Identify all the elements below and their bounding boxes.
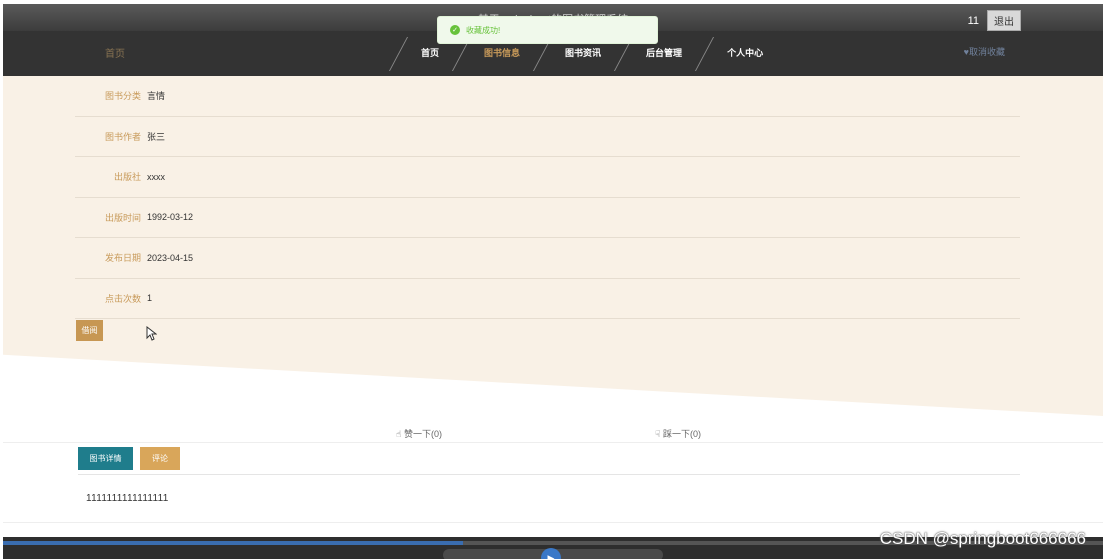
detail-value: 1 bbox=[147, 293, 153, 304]
like-label: 赞一下(0) bbox=[404, 429, 442, 439]
detail-row-release-date: 发布日期 2023-04-15 bbox=[75, 238, 1020, 279]
detail-label: 点击次数 bbox=[104, 293, 141, 304]
detail-value: 张三 bbox=[147, 131, 166, 142]
thumbs-up-icon: ☝ bbox=[396, 429, 402, 439]
logout-button[interactable]: 退出 bbox=[987, 10, 1021, 31]
detail-value: 1992-03-12 bbox=[147, 212, 194, 223]
video-progress[interactable] bbox=[3, 541, 463, 545]
tab-comment[interactable]: 评论 bbox=[140, 447, 180, 470]
check-circle-icon: ✓ bbox=[450, 25, 460, 35]
nav-item-profile[interactable]: 个人中心 bbox=[705, 31, 785, 76]
detail-value: xxxx bbox=[147, 171, 165, 182]
mouse-cursor-icon bbox=[146, 326, 157, 341]
success-toast: ✓ 收藏成功! bbox=[437, 16, 658, 44]
watermark: CSDN @springboot666666 bbox=[879, 529, 1086, 548]
tab-book-detail[interactable]: 图书详情 bbox=[78, 447, 133, 470]
detail-value: 言情 bbox=[147, 91, 166, 102]
detail-row-click-count: 点击次数 1 bbox=[75, 279, 1020, 319]
book-detail-text: 1111111111111111 bbox=[86, 493, 169, 504]
cancel-favorite-button[interactable]: ♥取消收藏 bbox=[964, 45, 1005, 58]
tab-divider bbox=[78, 474, 1020, 475]
detail-row-category: 图书分类 言情 bbox=[75, 76, 1020, 117]
detail-label: 图书作者 bbox=[104, 131, 141, 142]
dislike-label: 踩一下(0) bbox=[663, 429, 701, 439]
detail-label: 出版社 bbox=[113, 172, 141, 183]
detail-row-author: 图书作者 张三 bbox=[75, 117, 1020, 157]
detail-row-publish-date: 出版时间 1992-03-12 bbox=[75, 198, 1020, 238]
user-area: 11 退出 bbox=[968, 10, 1021, 31]
content-divider bbox=[3, 522, 1103, 523]
detail-value: 2023-04-15 bbox=[147, 252, 194, 263]
detail-label: 图书分类 bbox=[104, 91, 141, 102]
borrow-button[interactable]: 借阅 bbox=[76, 320, 103, 341]
thumbs-down-icon: ☟ bbox=[655, 429, 661, 439]
vote-row: ☝ 赞一下(0) ☟ 踩一下(0) bbox=[3, 423, 1103, 443]
toast-message: 收藏成功! bbox=[466, 25, 501, 35]
detail-label: 出版时间 bbox=[104, 212, 141, 223]
dislike-button[interactable]: ☟ 踩一下(0) bbox=[655, 427, 701, 440]
detail-label: 发布日期 bbox=[104, 253, 141, 264]
like-button[interactable]: ☝ 赞一下(0) bbox=[396, 427, 442, 440]
user-name: 11 bbox=[967, 14, 979, 27]
book-detail-list: 图书分类 言情 图书作者 张三 出版社 xxxx 出版时间 1992-03-12… bbox=[75, 76, 1020, 319]
nav-brand: 首页 bbox=[105, 49, 125, 60]
detail-row-publisher: 出版社 xxxx bbox=[75, 157, 1020, 198]
